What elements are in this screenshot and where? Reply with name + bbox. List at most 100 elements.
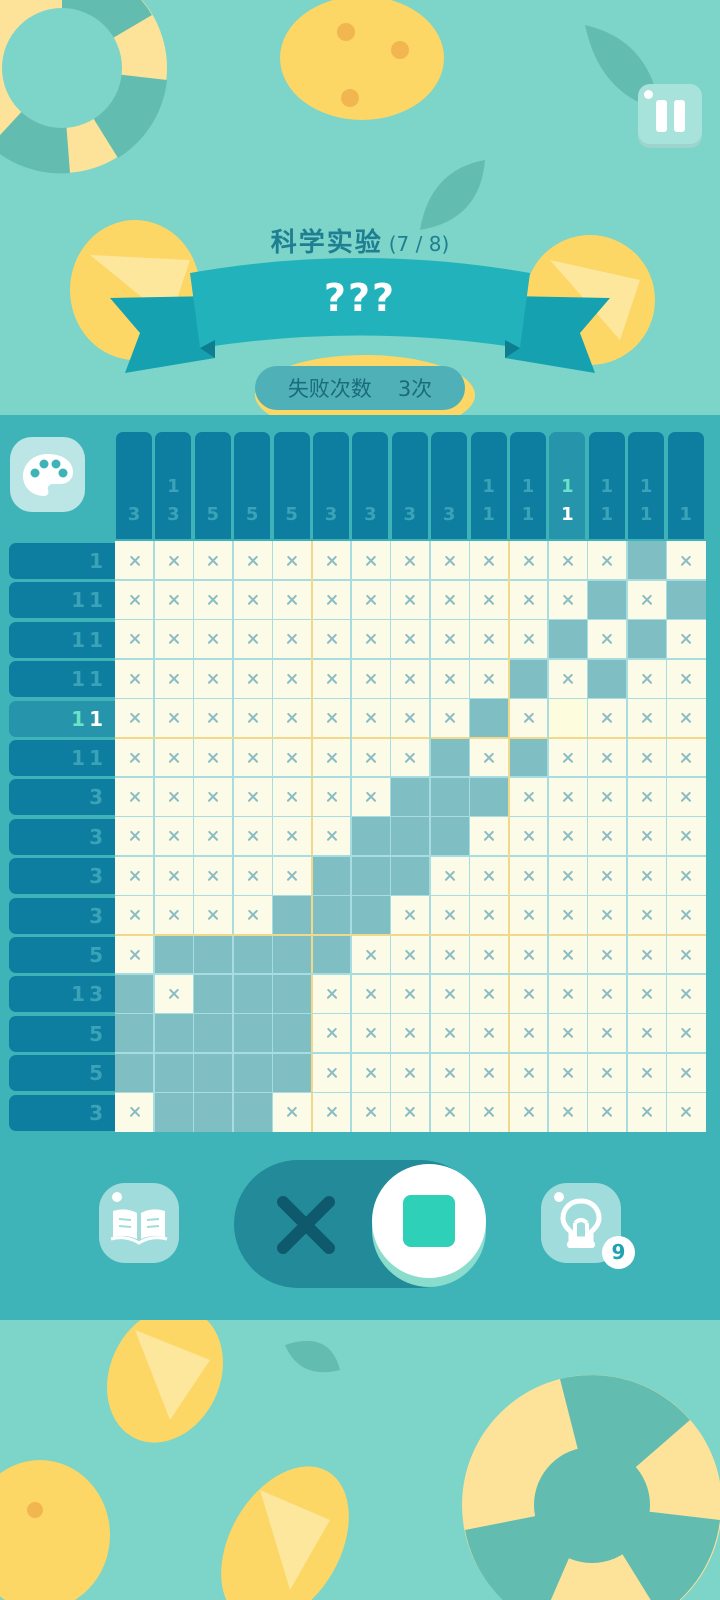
grid-cell-crossed[interactable] [430, 974, 469, 1013]
grid-cell-crossed[interactable] [627, 1014, 666, 1053]
grid-cell-crossed[interactable] [312, 541, 351, 580]
grid-cell-crossed[interactable] [391, 541, 430, 580]
grid-cell-crossed[interactable] [667, 620, 706, 659]
grid-cell-crossed[interactable] [548, 856, 587, 895]
grid-cell-crossed[interactable] [312, 699, 351, 738]
grid-cell-crossed[interactable] [667, 856, 706, 895]
grid-cell-filled[interactable] [193, 935, 234, 975]
grid-cell-crossed[interactable] [430, 541, 469, 580]
grid-cell-crossed[interactable] [430, 1093, 469, 1132]
grid-cell-crossed[interactable] [470, 856, 509, 895]
grid-cell-crossed[interactable] [548, 896, 587, 935]
grid-cell-crossed[interactable] [470, 974, 509, 1013]
grid-cell-crossed[interactable] [627, 777, 666, 816]
grid-cell-crossed[interactable] [470, 1053, 509, 1092]
grid-cell-crossed[interactable] [588, 856, 627, 895]
grid-cell-crossed[interactable] [115, 659, 154, 698]
fill-mode-button[interactable] [371, 1160, 488, 1288]
grid-cell-crossed[interactable] [194, 896, 233, 935]
grid-cell-crossed[interactable] [509, 1014, 548, 1053]
grid-cell-crossed[interactable] [391, 659, 430, 698]
grid-cell-crossed[interactable] [154, 580, 193, 619]
grid-cell-crossed[interactable] [351, 659, 390, 698]
grid-cell-crossed[interactable] [509, 777, 548, 816]
cross-icon[interactable] [271, 1190, 341, 1260]
grid-cell-empty[interactable] [548, 698, 588, 738]
grid-cell-crossed[interactable] [154, 620, 193, 659]
grid-cell-filled[interactable] [312, 935, 352, 975]
grid-cell-crossed[interactable] [273, 817, 312, 856]
grid-cell-filled[interactable] [272, 895, 312, 935]
grid-cell-filled[interactable] [312, 895, 352, 935]
grid-cell-filled[interactable] [351, 816, 391, 857]
grid-cell-filled[interactable] [430, 816, 470, 857]
grid-cell-crossed[interactable] [154, 699, 193, 738]
grid-cell-crossed[interactable] [509, 856, 548, 895]
grid-cell-crossed[interactable] [548, 580, 587, 619]
grid-cell-filled[interactable] [233, 974, 273, 1014]
grid-cell-crossed[interactable] [627, 580, 666, 619]
grid-cell-crossed[interactable] [430, 896, 469, 935]
grid-cell-crossed[interactable] [391, 1093, 430, 1132]
grid-cell-filled[interactable] [627, 619, 667, 660]
grid-cell-crossed[interactable] [588, 699, 627, 738]
grid-cell-crossed[interactable] [312, 1053, 351, 1092]
nonogram-grid[interactable] [115, 541, 706, 1132]
grid-cell-crossed[interactable] [194, 738, 233, 777]
grid-cell-crossed[interactable] [627, 659, 666, 698]
grid-cell-crossed[interactable] [351, 580, 390, 619]
grid-cell-filled[interactable] [154, 1013, 194, 1054]
grid-cell-crossed[interactable] [667, 738, 706, 777]
grid-cell-crossed[interactable] [430, 935, 469, 974]
grid-cell-crossed[interactable] [667, 896, 706, 935]
grid-cell-crossed[interactable] [391, 1053, 430, 1092]
grid-cell-crossed[interactable] [115, 580, 154, 619]
grid-cell-crossed[interactable] [115, 935, 154, 974]
grid-cell-filled[interactable] [469, 698, 509, 738]
grid-cell-crossed[interactable] [115, 541, 154, 580]
grid-cell-crossed[interactable] [194, 541, 233, 580]
grid-cell-filled[interactable] [469, 777, 509, 817]
grid-cell-crossed[interactable] [351, 1014, 390, 1053]
grid-cell-filled[interactable] [154, 1092, 194, 1132]
grid-cell-crossed[interactable] [154, 896, 193, 935]
grid-cell-crossed[interactable] [667, 974, 706, 1013]
grid-cell-crossed[interactable] [233, 856, 272, 895]
grid-cell-crossed[interactable] [627, 1053, 666, 1092]
grid-cell-crossed[interactable] [548, 1053, 587, 1092]
grid-cell-crossed[interactable] [194, 777, 233, 816]
grid-cell-crossed[interactable] [273, 541, 312, 580]
grid-cell-crossed[interactable] [273, 699, 312, 738]
grid-cell-crossed[interactable] [115, 1093, 154, 1132]
grid-cell-crossed[interactable] [588, 777, 627, 816]
grid-cell-crossed[interactable] [273, 777, 312, 816]
grid-cell-crossed[interactable] [627, 856, 666, 895]
grid-cell-crossed[interactable] [194, 580, 233, 619]
grid-cell-filled[interactable] [548, 619, 588, 660]
grid-cell-filled[interactable] [272, 935, 312, 975]
grid-cell-crossed[interactable] [627, 1093, 666, 1132]
grid-cell-crossed[interactable] [509, 896, 548, 935]
grid-cell-filled[interactable] [509, 659, 549, 699]
grid-cell-crossed[interactable] [470, 620, 509, 659]
grid-cell-crossed[interactable] [391, 580, 430, 619]
grid-cell-filled[interactable] [154, 1053, 194, 1093]
grid-cell-crossed[interactable] [115, 620, 154, 659]
grid-cell-crossed[interactable] [627, 896, 666, 935]
grid-cell-crossed[interactable] [588, 935, 627, 974]
grid-cell-crossed[interactable] [391, 896, 430, 935]
grid-cell-crossed[interactable] [233, 541, 272, 580]
grid-cell-crossed[interactable] [115, 896, 154, 935]
grid-cell-crossed[interactable] [430, 580, 469, 619]
grid-cell-crossed[interactable] [391, 974, 430, 1013]
grid-cell-crossed[interactable] [430, 856, 469, 895]
grid-cell-filled[interactable] [193, 974, 234, 1014]
grid-cell-crossed[interactable] [627, 699, 666, 738]
grid-cell-crossed[interactable] [233, 896, 272, 935]
grid-cell-crossed[interactable] [509, 1053, 548, 1092]
grid-cell-crossed[interactable] [233, 659, 272, 698]
grid-cell-crossed[interactable] [548, 777, 587, 816]
grid-cell-crossed[interactable] [667, 1093, 706, 1132]
grid-cell-filled[interactable] [587, 659, 628, 699]
grid-cell-crossed[interactable] [430, 659, 469, 698]
